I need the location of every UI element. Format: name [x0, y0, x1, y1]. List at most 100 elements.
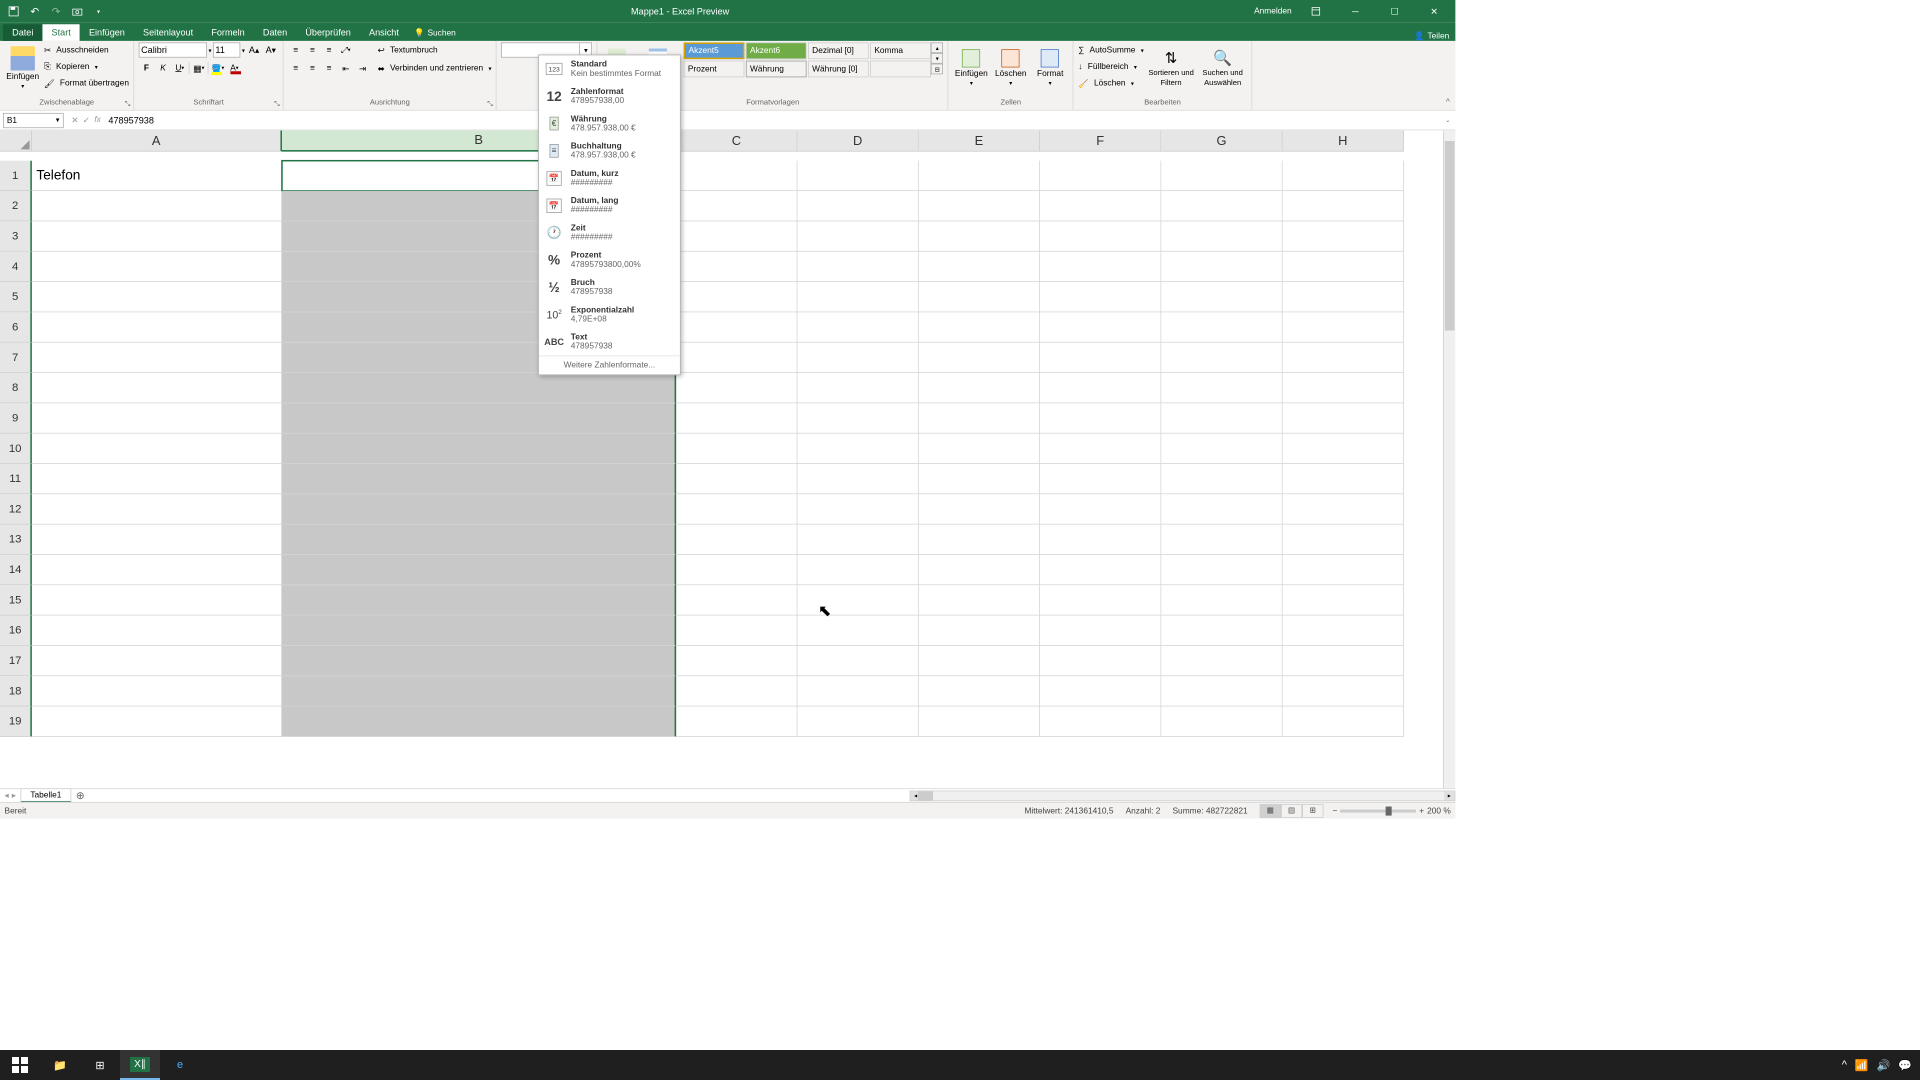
row-header-7[interactable]: 7: [0, 343, 32, 373]
cell-H11[interactable]: [1283, 464, 1404, 494]
start-button[interactable]: [0, 1050, 40, 1080]
cell-C5[interactable]: [676, 282, 797, 312]
cell-H9[interactable]: [1283, 403, 1404, 433]
row-header-4[interactable]: 4: [0, 252, 32, 282]
cell-E4[interactable]: [919, 252, 1040, 282]
font-size-select[interactable]: [213, 42, 240, 57]
cell-D17[interactable]: [797, 646, 918, 676]
cell-G19[interactable]: [1161, 706, 1282, 736]
share-button[interactable]: Teilen: [1428, 31, 1450, 40]
orientation-button[interactable]: ⤢▾: [338, 42, 353, 57]
cell-E16[interactable]: [919, 615, 1040, 645]
cell-F14[interactable]: [1040, 555, 1161, 585]
clear-button[interactable]: 🧹 Löschen ▾: [1078, 76, 1144, 91]
cell-H2[interactable]: [1283, 191, 1404, 221]
cell-B14[interactable]: [282, 555, 676, 585]
cell-D6[interactable]: [797, 312, 918, 342]
cell-E11[interactable]: [919, 464, 1040, 494]
cell-C8[interactable]: [676, 373, 797, 403]
cell-H12[interactable]: [1283, 494, 1404, 524]
cell-E7[interactable]: [919, 343, 1040, 373]
cell-G3[interactable]: [1161, 221, 1282, 251]
zoom-in-button[interactable]: +: [1419, 806, 1424, 815]
col-header-D[interactable]: D: [797, 130, 918, 151]
cell-G13[interactable]: [1161, 525, 1282, 555]
format-item-zahlenformat[interactable]: 12Zahlenformat478957938,00: [539, 83, 680, 110]
cell-D1[interactable]: [797, 161, 918, 191]
cell-A16[interactable]: [32, 615, 282, 645]
cell-H10[interactable]: [1283, 434, 1404, 464]
row-header-2[interactable]: 2: [0, 191, 32, 221]
cell-E14[interactable]: [919, 555, 1040, 585]
cell-D7[interactable]: [797, 343, 918, 373]
cell-D18[interactable]: [797, 676, 918, 706]
cell-F7[interactable]: [1040, 343, 1161, 373]
cell-D13[interactable]: [797, 525, 918, 555]
underline-button[interactable]: U▾: [172, 61, 187, 76]
cell-G18[interactable]: [1161, 676, 1282, 706]
cell-A3[interactable]: [32, 221, 282, 251]
cell-H13[interactable]: [1283, 525, 1404, 555]
format-item-prozent[interactable]: %Prozent47895793800,00%: [539, 246, 680, 273]
cell-F18[interactable]: [1040, 676, 1161, 706]
cell-G9[interactable]: [1161, 403, 1282, 433]
sheet-tab[interactable]: Tabelle1: [21, 788, 72, 802]
cell-E3[interactable]: [919, 221, 1040, 251]
cell-G2[interactable]: [1161, 191, 1282, 221]
collapse-ribbon-button[interactable]: ^: [1440, 41, 1455, 110]
fill-color-button[interactable]: 🪣▾: [210, 61, 225, 76]
row-header-5[interactable]: 5: [0, 282, 32, 312]
cell-F15[interactable]: [1040, 585, 1161, 615]
row-header-15[interactable]: 15: [0, 585, 32, 615]
paste-button[interactable]: Einfügen ▾: [5, 42, 41, 92]
grid[interactable]: ABCDEFGH1Telefon234567891011121314151617…: [0, 130, 1455, 788]
cell-styles-gallery[interactable]: Akzent5 Akzent6 Dezimal [0] Komma Prozen…: [684, 42, 931, 77]
taskview-icon[interactable]: ⊞: [80, 1050, 120, 1080]
ribbon-display-icon[interactable]: [1301, 0, 1331, 23]
view-pagelayout-button[interactable]: ▤: [1281, 804, 1302, 818]
cell-D16[interactable]: [797, 615, 918, 645]
cell-A11[interactable]: [32, 464, 282, 494]
cell-B16[interactable]: [282, 615, 676, 645]
cell-E10[interactable]: [919, 434, 1040, 464]
align-right-button[interactable]: ≡: [322, 61, 337, 76]
clipboard-launcher[interactable]: ⤡: [123, 99, 132, 108]
cell-B17[interactable]: [282, 646, 676, 676]
cell-C15[interactable]: [676, 585, 797, 615]
cell-F13[interactable]: [1040, 525, 1161, 555]
style-dezimal[interactable]: Dezimal [0]: [808, 42, 869, 59]
cell-A13[interactable]: [32, 525, 282, 555]
cell-G14[interactable]: [1161, 555, 1282, 585]
format-item-bruch[interactable]: ½Bruch478957938: [539, 274, 680, 301]
cell-E8[interactable]: [919, 373, 1040, 403]
cell-A18[interactable]: [32, 676, 282, 706]
zoom-out-button[interactable]: −: [1333, 806, 1338, 815]
select-all-corner[interactable]: [0, 130, 32, 151]
cell-F3[interactable]: [1040, 221, 1161, 251]
view-normal-button[interactable]: ▦: [1260, 804, 1281, 818]
cell-B18[interactable]: [282, 676, 676, 706]
edge-icon[interactable]: e: [160, 1050, 200, 1080]
align-left-button[interactable]: ≡: [288, 61, 303, 76]
cell-F17[interactable]: [1040, 646, 1161, 676]
add-sheet-button[interactable]: ⊕: [71, 789, 89, 802]
row-header-12[interactable]: 12: [0, 494, 32, 524]
cell-F6[interactable]: [1040, 312, 1161, 342]
sheet-nav-first[interactable]: ◂: [5, 791, 9, 801]
camera-icon[interactable]: [70, 4, 85, 19]
cell-H5[interactable]: [1283, 282, 1404, 312]
cell-C9[interactable]: [676, 403, 797, 433]
cell-C3[interactable]: [676, 221, 797, 251]
cell-G5[interactable]: [1161, 282, 1282, 312]
cell-E1[interactable]: [919, 161, 1040, 191]
row-header-10[interactable]: 10: [0, 434, 32, 464]
cell-F10[interactable]: [1040, 434, 1161, 464]
cell-A17[interactable]: [32, 646, 282, 676]
scroll-thumb[interactable]: [918, 791, 933, 800]
cell-C12[interactable]: [676, 494, 797, 524]
tell-me-search[interactable]: 💡 Suchen: [408, 25, 462, 41]
tab-formeln[interactable]: Formeln: [202, 24, 254, 41]
qat-customize-icon[interactable]: ▾: [91, 4, 106, 19]
cell-D8[interactable]: [797, 373, 918, 403]
style-wahrung0[interactable]: Währung [0]: [808, 61, 869, 78]
